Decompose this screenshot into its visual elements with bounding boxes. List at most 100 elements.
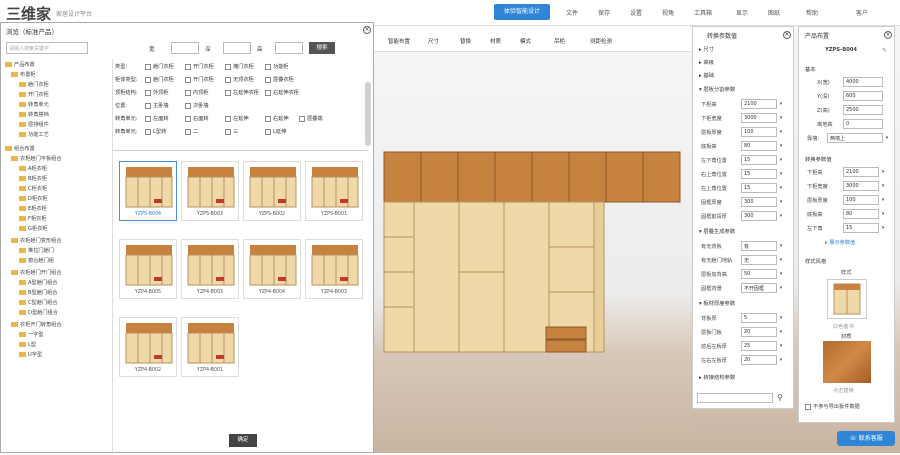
chevron-down-icon[interactable]: ▾ bbox=[777, 141, 785, 151]
toolbar-mode[interactable]: 模式 bbox=[520, 37, 531, 45]
filter-scrollbar[interactable] bbox=[365, 82, 371, 146]
field-input[interactable]: 100 bbox=[741, 127, 777, 137]
tree-item[interactable]: B柜衣柜 bbox=[19, 175, 47, 182]
search-input[interactable] bbox=[697, 393, 773, 403]
tree-item[interactable]: U字型 bbox=[19, 351, 42, 358]
contact-support-button[interactable]: ☏ 联系客服 bbox=[837, 431, 895, 446]
field-input[interactable]: 2100 bbox=[843, 167, 879, 177]
section-header[interactable]: ▾ 层叠生成参数 bbox=[699, 227, 735, 235]
tree-item[interactable]: 转角搭档 bbox=[19, 111, 49, 118]
toolbar-size[interactable]: 尺寸 bbox=[428, 37, 439, 45]
checkbox[interactable] bbox=[225, 76, 231, 83]
chevron-down-icon[interactable]: ▾ bbox=[883, 133, 891, 143]
chevron-down-icon[interactable]: ▾ bbox=[777, 269, 785, 279]
chevron-down-icon[interactable]: ▾ bbox=[777, 183, 785, 193]
product-card[interactable]: YZP4-B001 bbox=[181, 317, 239, 377]
menu-display[interactable]: 显示 bbox=[736, 8, 748, 17]
tree-item[interactable]: A型趟门组合 bbox=[19, 279, 58, 286]
tree-item[interactable]: E柜衣柜 bbox=[19, 205, 47, 212]
toolbar-hanging[interactable]: 吊柜 bbox=[554, 37, 565, 45]
chevron-down-icon[interactable]: ▾ bbox=[879, 209, 887, 219]
chevron-down-icon[interactable]: ▾ bbox=[777, 241, 785, 251]
tree-item[interactable]: 层排组件 bbox=[19, 121, 49, 128]
field-input[interactable]: 20 bbox=[741, 355, 777, 365]
checkbox[interactable] bbox=[185, 76, 191, 83]
field-input[interactable]: 20 bbox=[741, 327, 777, 337]
search-input[interactable]: 请输入搜索关键字 bbox=[6, 42, 88, 54]
field-input[interactable]: 50 bbox=[741, 269, 777, 279]
checkbox[interactable] bbox=[299, 115, 305, 122]
export-checkbox[interactable]: 不参与导出板件数据 bbox=[805, 403, 860, 410]
checkbox[interactable] bbox=[145, 76, 151, 83]
field-input[interactable]: 5 bbox=[741, 313, 777, 323]
field-input[interactable]: 0 bbox=[843, 119, 883, 129]
tree-item[interactable]: 衣柜趟门变形组合 bbox=[11, 237, 62, 244]
tree-item[interactable]: 衣柜开门转角组合 bbox=[11, 321, 62, 328]
tree-item[interactable]: 开门衣柜 bbox=[19, 91, 49, 98]
tree-item[interactable]: 转角单元 bbox=[19, 101, 49, 108]
checkbox[interactable] bbox=[145, 102, 151, 109]
chevron-down-icon[interactable]: ▾ bbox=[777, 155, 785, 165]
tree-item[interactable]: 产品布置 bbox=[5, 61, 35, 68]
checkbox[interactable] bbox=[145, 89, 151, 96]
chevron-down-icon[interactable]: ▾ bbox=[777, 197, 785, 207]
chevron-down-icon[interactable]: ▾ bbox=[879, 223, 887, 233]
product-card[interactable]: YZPS-B004 bbox=[119, 161, 177, 221]
field-input[interactable]: 300 bbox=[741, 211, 777, 221]
field-input[interactable]: 不开固框 bbox=[741, 283, 777, 293]
edit-icon[interactable]: ✎ bbox=[882, 47, 887, 54]
product-card[interactable]: YZP4-B003 bbox=[305, 239, 363, 299]
material-caption[interactable]: 点击替换 bbox=[833, 387, 854, 394]
checkbox[interactable] bbox=[225, 128, 231, 135]
product-card[interactable]: YZP4-B002 bbox=[119, 317, 177, 377]
show-params-link[interactable]: ▸ 展示参数值 bbox=[825, 239, 855, 246]
checkbox[interactable] bbox=[185, 89, 191, 96]
checkbox[interactable] bbox=[185, 63, 191, 70]
chevron-down-icon[interactable]: ▾ bbox=[879, 195, 887, 205]
tree-item[interactable]: F柜衣柜 bbox=[19, 215, 47, 222]
section-header[interactable]: ▸ 尺寸 bbox=[699, 45, 714, 53]
checkbox[interactable] bbox=[185, 115, 191, 122]
product-card[interactable]: YZP4-B004 bbox=[243, 239, 301, 299]
chevron-down-icon[interactable]: ▾ bbox=[777, 355, 785, 365]
tree-item[interactable]: 推拉门趟门 bbox=[19, 247, 54, 254]
field-input[interactable]: 15 bbox=[741, 155, 777, 165]
chevron-down-icon[interactable]: ▾ bbox=[777, 327, 785, 337]
tree-item[interactable]: C型趟门组合 bbox=[19, 299, 58, 306]
checkbox[interactable] bbox=[145, 128, 151, 135]
checkbox[interactable] bbox=[265, 115, 271, 122]
chevron-down-icon[interactable]: ▾ bbox=[777, 113, 785, 123]
search-icon[interactable]: ⚲ bbox=[777, 393, 783, 402]
tree-item[interactable]: 功能工艺 bbox=[19, 131, 49, 138]
chevron-down-icon[interactable]: ▾ bbox=[879, 167, 887, 177]
style-thumbnail[interactable] bbox=[827, 279, 867, 319]
close-icon[interactable]: × bbox=[363, 26, 371, 34]
menu-tools[interactable]: 工具箱 bbox=[694, 8, 712, 17]
tree-item[interactable]: 一字型 bbox=[19, 331, 44, 338]
product-card[interactable]: YZPS-B001 bbox=[305, 161, 363, 221]
field-input[interactable]: 80 bbox=[843, 209, 879, 219]
tree-item[interactable]: 衣柜趟门开门组合 bbox=[11, 269, 62, 276]
chevron-down-icon[interactable]: ▾ bbox=[777, 169, 785, 179]
field-input[interactable]: 2100 bbox=[741, 99, 777, 109]
checkbox[interactable] bbox=[265, 89, 271, 96]
tree-item[interactable]: 组合布置 bbox=[5, 145, 35, 152]
section-header[interactable]: ▸ 高级 bbox=[699, 58, 714, 66]
toolbar-smart-layout[interactable]: 智能布置 bbox=[388, 37, 410, 45]
menu-view[interactable]: 视角 bbox=[662, 8, 674, 17]
checkbox[interactable] bbox=[225, 63, 231, 70]
checkbox[interactable] bbox=[265, 76, 271, 83]
checkbox[interactable] bbox=[225, 115, 231, 122]
checkbox[interactable] bbox=[145, 115, 151, 122]
mode-select[interactable]: 两墙上 bbox=[827, 133, 883, 143]
chevron-down-icon[interactable]: ▾ bbox=[777, 99, 785, 109]
menu-help[interactable]: 帮助 bbox=[806, 8, 818, 17]
menu-settings[interactable]: 设置 bbox=[630, 8, 642, 17]
checkbox[interactable] bbox=[265, 63, 271, 70]
toolbar-replace[interactable]: 替换 bbox=[460, 37, 471, 45]
ok-button[interactable]: 确定 bbox=[229, 434, 257, 447]
checkbox[interactable] bbox=[145, 63, 151, 70]
product-card[interactable]: YZP4-B005 bbox=[119, 239, 177, 299]
field-input[interactable]: 100 bbox=[843, 195, 879, 205]
field-input[interactable]: 25 bbox=[741, 341, 777, 351]
